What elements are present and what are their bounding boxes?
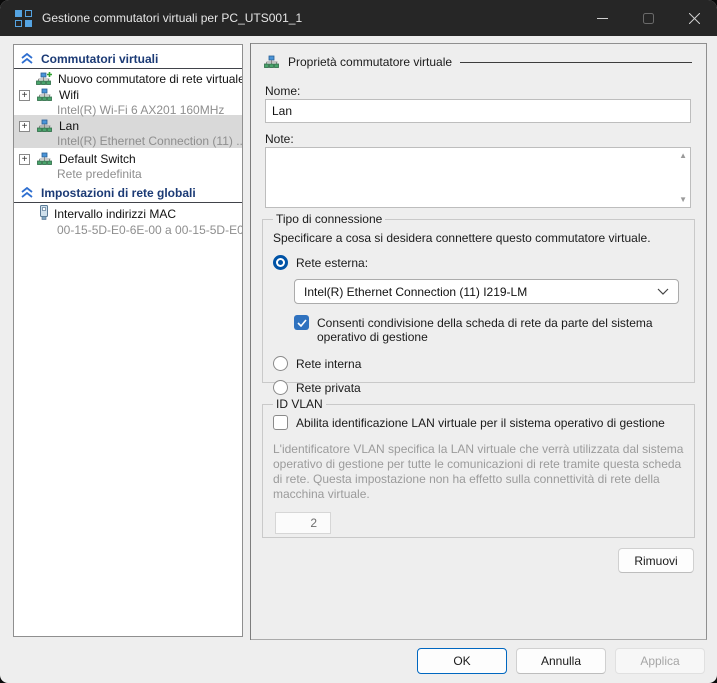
minimize-button[interactable] — [579, 0, 625, 36]
connection-type-legend: Tipo di connessione — [273, 212, 385, 226]
virtual-switch-icon — [264, 55, 281, 69]
header-rule — [460, 62, 692, 63]
cancel-button[interactable]: Annulla — [516, 648, 606, 674]
hyperv-switch-manager-icon — [15, 10, 32, 27]
radio-private-network[interactable]: Rete privata — [273, 380, 686, 395]
virtual-switch-icon — [37, 152, 54, 166]
radio-selected-icon[interactable] — [273, 255, 288, 270]
radio-external-network[interactable]: Rete esterna: — [273, 255, 686, 270]
item-sublabel: Intel(R) Wi-Fi 6 AX201 160MHz — [14, 103, 224, 117]
collapse-chevron-icon — [21, 53, 33, 64]
sidebar-subitem-lan-adapter[interactable]: Intel(R) Ethernet Connection (11) ... — [14, 133, 242, 148]
panel-title: Proprietà commutatore virtuale — [288, 55, 452, 69]
checkbox-label: Abilita identificazione LAN virtuale per… — [296, 415, 665, 430]
vlan-id-input — [275, 512, 331, 534]
window-title: Gestione commutatori virtuali per PC_UTS… — [42, 11, 579, 25]
adapter-dropdown-value: Intel(R) Ethernet Connection (11) I219-L… — [304, 285, 657, 299]
item-label: Default Switch — [59, 152, 136, 166]
scroll-down-icon[interactable]: ▼ — [679, 195, 687, 204]
close-button[interactable] — [671, 0, 717, 36]
sidebar-subitem-wifi-adapter[interactable]: Intel(R) Wi-Fi 6 AX201 160MHz — [14, 102, 242, 117]
scroll-up-icon[interactable]: ▲ — [679, 151, 687, 160]
section-header-virtual-switches[interactable]: Commutatori virtuali — [14, 49, 242, 69]
adapter-dropdown[interactable]: Intel(R) Ethernet Connection (11) I219-L… — [294, 279, 679, 304]
virtual-switch-icon — [37, 119, 54, 133]
radio-internal-network[interactable]: Rete interna — [273, 356, 686, 371]
section-title: Commutatori virtuali — [41, 52, 158, 66]
sidebar-subitem-mac-range-value[interactable]: 00-15-5D-E0-6E-00 a 00-15-5D-E0... — [14, 222, 242, 237]
name-label: Nome: — [265, 84, 300, 98]
name-input[interactable] — [265, 99, 691, 123]
checkbox-label: Consenti condivisione della scheda di re… — [317, 315, 686, 344]
share-adapter-checkbox-row[interactable]: Consenti condivisione della scheda di re… — [294, 315, 686, 344]
sidebar-item-lan[interactable]: + Lan — [14, 118, 242, 134]
panel-header: Proprietà commutatore virtuale — [264, 55, 692, 69]
titlebar: Gestione commutatori virtuali per PC_UTS… — [0, 0, 717, 36]
checkbox-checked-icon[interactable] — [294, 315, 309, 330]
radio-label: Rete interna — [296, 356, 361, 371]
collapse-chevron-icon — [21, 187, 33, 198]
remove-button[interactable]: Rimuovi — [618, 548, 694, 573]
expand-icon[interactable]: + — [19, 154, 30, 165]
sidebar-item-new-switch[interactable]: Nuovo commutatore di rete virtuale — [14, 71, 242, 87]
item-label: Lan — [59, 119, 79, 133]
radio-unselected-icon[interactable] — [273, 380, 288, 395]
ok-button[interactable]: OK — [417, 648, 507, 674]
chevron-down-icon — [657, 288, 669, 295]
item-label: Wifi — [59, 88, 79, 102]
connection-description: Specificare a cosa si desidera connetter… — [273, 231, 686, 245]
expand-icon[interactable]: + — [19, 90, 30, 101]
sidebar-item-wifi[interactable]: + Wifi — [14, 87, 242, 103]
virtual-switch-manager-dialog: Gestione commutatori virtuali per PC_UTS… — [0, 0, 717, 683]
notes-label: Note: — [265, 132, 294, 146]
connection-type-group: Tipo di connessione Specificare a cosa s… — [262, 212, 695, 383]
section-title: Impostazioni di rete globali — [41, 186, 196, 200]
item-sublabel: 00-15-5D-E0-6E-00 a 00-15-5D-E0... — [14, 223, 243, 237]
sidebar-item-default-switch[interactable]: + Default Switch — [14, 151, 242, 167]
vlan-id-group: ID VLAN Abilita identificazione LAN virt… — [262, 397, 695, 538]
radio-label: Rete esterna: — [296, 255, 368, 270]
radio-label: Rete privata — [296, 380, 361, 395]
vlan-description: L'identificatore VLAN specifica la LAN v… — [273, 442, 685, 502]
maximize-button — [625, 0, 671, 36]
radio-unselected-icon[interactable] — [273, 356, 288, 371]
enable-vlan-checkbox-row[interactable]: Abilita identificazione LAN virtuale per… — [273, 415, 686, 430]
virtual-switch-icon — [37, 88, 54, 102]
section-header-global-settings[interactable]: Impostazioni di rete globali — [14, 183, 242, 203]
switch-properties-panel: Proprietà commutatore virtuale Nome: Not… — [251, 43, 707, 640]
notes-textarea[interactable]: ▲ ▼ — [265, 147, 691, 208]
sidebar-item-mac-range[interactable]: Intervallo indirizzi MAC — [14, 206, 242, 222]
network-adapter-icon — [39, 205, 49, 223]
new-switch-icon — [36, 72, 53, 86]
switch-list-sidebar: Commutatori virtuali Nuovo commutatore d… — [13, 44, 243, 637]
item-sublabel: Rete predefinita — [14, 167, 142, 181]
checkbox-unchecked-icon[interactable] — [273, 415, 288, 430]
expand-icon[interactable]: + — [19, 121, 30, 132]
item-label: Intervallo indirizzi MAC — [54, 207, 176, 221]
vlan-legend: ID VLAN — [273, 397, 326, 411]
item-label: Nuovo commutatore di rete virtuale — [58, 72, 243, 86]
item-sublabel: Intel(R) Ethernet Connection (11) ... — [14, 134, 243, 148]
apply-button: Applica — [615, 648, 705, 674]
sidebar-subitem-default-network[interactable]: Rete predefinita — [14, 166, 242, 181]
